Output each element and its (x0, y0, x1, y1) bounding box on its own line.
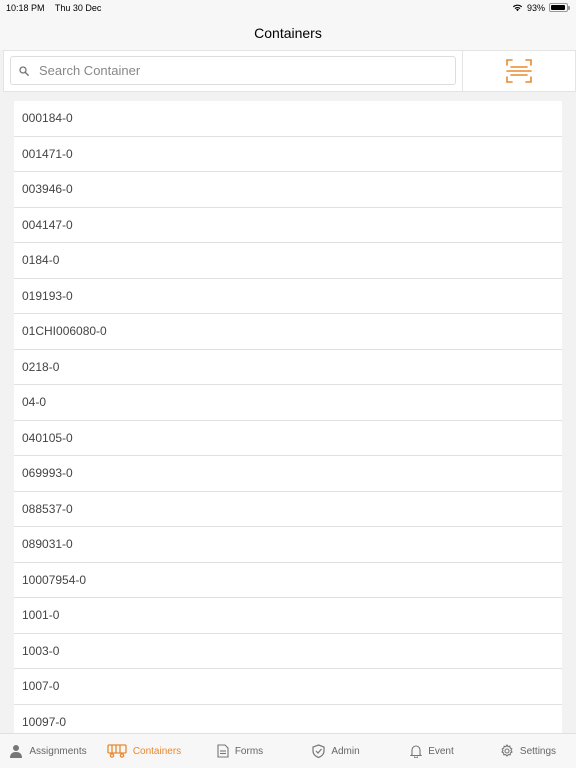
tab-bar: Assignments Containers Forms Admin Event Sett… (0, 733, 576, 768)
container-id: 069993-0 (22, 466, 73, 481)
status-time: 10:18 PM (6, 2, 45, 13)
tab-containers[interactable]: Containers (96, 744, 192, 758)
container-id: 1003-0 (22, 643, 60, 658)
container-id: 1001-0 (22, 608, 60, 623)
scan-button[interactable] (462, 51, 575, 91)
container-list-item[interactable]: 001471-0 (14, 136, 562, 172)
container-id: 0184-0 (22, 253, 60, 268)
container-list-item[interactable]: 000184-0 (14, 101, 562, 137)
container-id: 089031-0 (22, 537, 73, 552)
search-row (3, 50, 576, 92)
truck-icon (107, 744, 127, 758)
search-input[interactable] (39, 63, 419, 78)
tab-label: Assignments (29, 745, 87, 757)
tab-label: Forms (234, 745, 264, 757)
container-list-item[interactable]: 10097-0 (14, 704, 562, 733)
container-id: 000184-0 (22, 111, 73, 126)
nav-bar: Containers (0, 15, 576, 50)
container-id: 1007-0 (22, 679, 60, 694)
container-id: 10007954-0 (22, 572, 87, 587)
shield-icon (312, 744, 325, 758)
person-icon (9, 744, 23, 758)
container-list-item[interactable]: 004147-0 (14, 207, 562, 243)
container-list-item[interactable]: 1003-0 (14, 633, 562, 669)
container-list-item[interactable]: 01CHI006080-0 (14, 314, 562, 350)
status-bar: 10:18 PM Thu 30 Dec 93% (0, 0, 576, 15)
container-list-item[interactable]: 10007954-0 (14, 562, 562, 598)
container-id: 003946-0 (22, 182, 73, 197)
bell-icon (410, 744, 423, 758)
container-list[interactable]: 000184-0 001471-0 003946-0 004147-0 0184-0 01… (14, 101, 562, 733)
container-list-item[interactable]: 089031-0 (14, 527, 562, 563)
tab-label: Settings (519, 745, 557, 757)
tab-admin[interactable]: Admin (288, 744, 384, 758)
battery-icon (549, 3, 570, 12)
tab-label: Containers (132, 745, 182, 757)
battery-percent: 93% (526, 2, 545, 13)
container-id: 04-0 (22, 395, 47, 410)
battery-fill (551, 5, 565, 10)
container-list-item[interactable]: 019193-0 (14, 278, 562, 314)
container-list-item[interactable]: 0218-0 (14, 349, 562, 385)
container-list-item[interactable]: 040105-0 (14, 420, 562, 456)
barcode-scan-icon (506, 59, 532, 83)
gear-icon (500, 744, 514, 758)
container-list-item[interactable]: 069993-0 (14, 456, 562, 492)
container-list-item[interactable]: 088537-0 (14, 491, 562, 527)
page-title: Containers (254, 24, 322, 41)
tab-label: Event (428, 745, 454, 757)
container-id: 004147-0 (22, 217, 73, 232)
container-list-item[interactable]: 1007-0 (14, 669, 562, 705)
container-id: 001471-0 (22, 146, 73, 161)
wifi-icon (512, 4, 523, 12)
search-box[interactable] (10, 56, 456, 85)
tab-settings[interactable]: Settings (480, 744, 576, 758)
container-list-item[interactable]: 0184-0 (14, 243, 562, 279)
container-id: 040105-0 (22, 430, 73, 445)
tab-forms[interactable]: Forms (192, 744, 288, 758)
container-id: 01CHI006080-0 (22, 324, 107, 339)
container-id: 019193-0 (22, 288, 73, 303)
tab-event[interactable]: Event (384, 744, 480, 758)
container-list-item[interactable]: 1001-0 (14, 598, 562, 634)
container-id: 10097-0 (22, 714, 67, 729)
status-right: 93% (512, 2, 570, 13)
status-date: Thu 30 Dec (54, 2, 102, 13)
container-id: 088537-0 (22, 501, 73, 516)
tab-assignments[interactable]: Assignments (0, 744, 96, 758)
tab-label: Admin (331, 745, 360, 757)
document-icon (217, 744, 229, 758)
container-list-item[interactable]: 003946-0 (14, 172, 562, 208)
status-left: 10:18 PM Thu 30 Dec (6, 3, 109, 13)
container-id: 0218-0 (22, 359, 60, 374)
search-icon (19, 65, 29, 76)
container-list-item[interactable]: 04-0 (14, 385, 562, 421)
